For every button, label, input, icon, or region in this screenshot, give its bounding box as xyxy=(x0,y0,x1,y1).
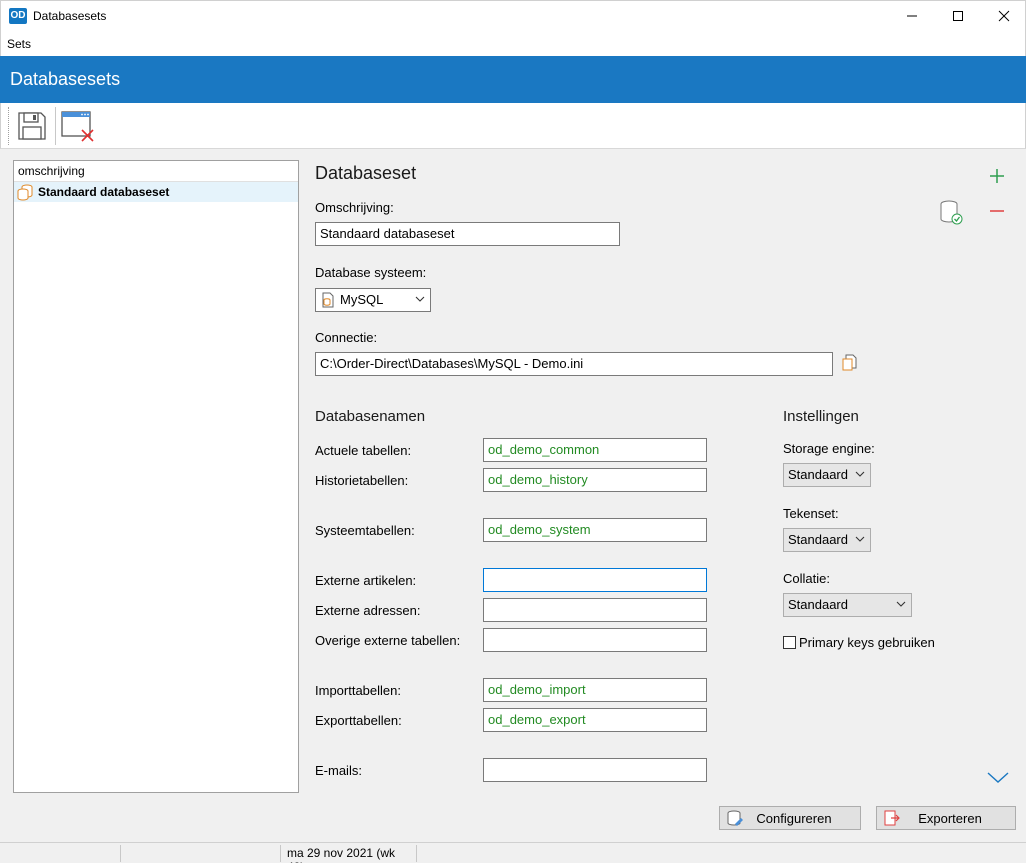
storage-engine-select[interactable]: Standaard xyxy=(783,463,871,487)
database-systeem-value: MySQL xyxy=(340,292,384,307)
minus-icon xyxy=(990,210,1004,212)
save-icon xyxy=(18,112,46,140)
toolbar xyxy=(0,103,1026,149)
collatie-select[interactable]: Standaard xyxy=(783,593,912,617)
status-cell-1 xyxy=(0,845,121,862)
connectie-field[interactable]: C:\Order-Direct\Databases\MySQL - Demo.i… xyxy=(315,352,833,376)
close-button[interactable] xyxy=(981,1,1026,31)
storage-engine-value: Standaard xyxy=(788,467,848,482)
databaseset-icon xyxy=(17,184,33,201)
actuele-tabellen-label: Actuele tabellen: xyxy=(315,443,412,458)
toolbar-separator xyxy=(55,107,56,145)
database-systeem-label: Database systeem: xyxy=(315,265,427,280)
title-bar: OD Databasesets xyxy=(0,0,1026,31)
form-title: Databaseset xyxy=(315,163,417,183)
maximize-icon xyxy=(953,11,963,21)
close-window-button[interactable] xyxy=(59,107,97,145)
chevron-down-icon xyxy=(415,296,425,302)
maximize-button[interactable] xyxy=(935,1,981,31)
configureren-label: Configureren xyxy=(756,810,832,826)
importtabellen-label: Importtabellen: xyxy=(315,683,401,698)
test-connection-button[interactable] xyxy=(938,199,966,227)
instellingen-title: Instellingen xyxy=(783,408,859,425)
remove-button[interactable] xyxy=(987,201,1007,221)
configureren-button[interactable]: Configureren xyxy=(719,806,861,830)
page-title: Databasesets xyxy=(10,69,121,89)
tekenset-select[interactable]: Standaard xyxy=(783,528,871,552)
externe-artikelen-field[interactable] xyxy=(483,568,707,592)
externe-adressen-label: Externe adressen: xyxy=(315,603,421,618)
status-cell-2 xyxy=(121,845,281,862)
externe-adressen-field[interactable] xyxy=(483,598,707,622)
databasenamen-title: Databasenamen xyxy=(315,408,426,425)
exporteren-button[interactable]: Exporteren xyxy=(876,806,1016,830)
database-check-icon xyxy=(940,200,963,225)
database-systeem-select[interactable]: MySQL xyxy=(315,288,431,312)
menu-sets[interactable]: Sets xyxy=(7,37,31,51)
minimize-button[interactable] xyxy=(889,1,935,31)
window-title: Databasesets xyxy=(33,9,107,23)
list-item[interactable]: Standaard databaseset xyxy=(14,182,298,202)
historietabellen-label: Historietabellen: xyxy=(315,473,409,488)
exporttabellen-label: Exporttabellen: xyxy=(315,713,402,728)
save-button[interactable] xyxy=(13,107,51,145)
chevron-down-icon xyxy=(855,536,865,542)
scroll-down-button[interactable] xyxy=(986,768,1010,786)
systeemtabellen-label: Systeemtabellen: xyxy=(315,523,415,538)
externe-artikelen-label: Externe artikelen: xyxy=(315,573,417,588)
exporttabellen-field[interactable]: od_demo_export xyxy=(483,708,707,732)
importtabellen-field[interactable]: od_demo_import xyxy=(483,678,707,702)
toolbar-grip xyxy=(8,107,9,145)
storage-engine-label: Storage engine: xyxy=(783,441,875,456)
omschrijving-label: Omschrijving: xyxy=(315,200,394,215)
connectie-label: Connectie: xyxy=(315,330,378,345)
export-icon xyxy=(884,810,900,826)
status-date: ma 29 nov 2021 (wk 48) xyxy=(281,845,417,863)
add-button[interactable] xyxy=(987,166,1007,186)
menu-bar: Sets xyxy=(0,31,1026,56)
actuele-tabellen-field[interactable]: od_demo_common xyxy=(483,438,707,462)
databaseset-list[interactable]: omschrijving Standaard databaseset xyxy=(13,160,299,793)
header-banner: Databasesets xyxy=(0,56,1026,103)
tekenset-value: Standaard xyxy=(788,532,848,547)
omschrijving-field[interactable]: Standaard databaseset xyxy=(315,222,620,246)
list-item-label: Standaard databaseset xyxy=(38,185,170,199)
list-column-header[interactable]: omschrijving xyxy=(14,161,298,182)
app-logo: OD xyxy=(9,8,27,24)
tekenset-label: Tekenset: xyxy=(783,506,839,521)
browse-connectie-button[interactable] xyxy=(840,353,860,373)
close-icon xyxy=(998,10,1010,22)
exporteren-label: Exporteren xyxy=(918,810,982,826)
status-bar: ma 29 nov 2021 (wk 48) xyxy=(0,842,1026,863)
copy-file-icon xyxy=(842,354,857,371)
historietabellen-field[interactable]: od_demo_history xyxy=(483,468,707,492)
primary-keys-label[interactable]: Primary keys gebruiken xyxy=(799,635,935,650)
collatie-label: Collatie: xyxy=(783,571,830,586)
chevron-down-icon xyxy=(987,772,1009,783)
database-config-icon xyxy=(727,810,743,826)
systeemtabellen-field[interactable]: od_demo_system xyxy=(483,518,707,542)
primary-keys-checkbox[interactable] xyxy=(783,636,796,649)
mysql-icon xyxy=(322,292,334,308)
plus-icon xyxy=(990,169,1004,183)
chevron-down-icon xyxy=(896,601,906,607)
chevron-down-icon xyxy=(855,471,865,477)
close-window-icon xyxy=(61,111,94,142)
e-mails-label: E-mails: xyxy=(315,763,362,778)
overige-externe-tabellen-label: Overige externe tabellen: xyxy=(315,633,461,648)
e-mails-field[interactable] xyxy=(483,758,707,782)
minimize-icon xyxy=(907,15,917,17)
overige-externe-tabellen-field[interactable] xyxy=(483,628,707,652)
collatie-value: Standaard xyxy=(788,597,848,612)
